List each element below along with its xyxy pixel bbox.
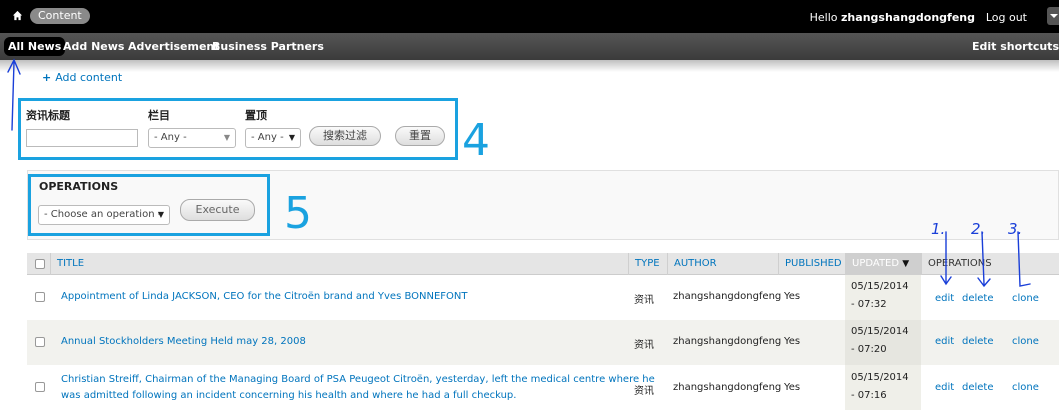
row-title-link[interactable]: Appointment of Linda JACKSON, CEO for th… (61, 291, 468, 302)
table-header: TITLE TYPE AUTHOR PUBLISHED UPDATED ▼ OP… (27, 253, 1059, 275)
home-icon[interactable] (12, 10, 23, 21)
table-row: Appointment of Linda JACKSON, CEO for th… (27, 275, 1059, 320)
row-title-link-line2[interactable]: was admitted following an incident conce… (61, 390, 516, 401)
row-delete-link[interactable]: delete (962, 336, 994, 347)
select-all-checkbox[interactable] (35, 259, 45, 269)
row-checkbox[interactable] (35, 382, 45, 392)
logout-link[interactable]: Log out (986, 11, 1027, 24)
add-content-label: Add content (55, 71, 123, 84)
row-checkbox[interactable] (35, 292, 45, 302)
row-type: 资讯 (634, 386, 654, 397)
column-header-author[interactable]: AUTHOR (667, 253, 778, 275)
greeting: Hello zhangshangdongfeng (810, 11, 975, 24)
row-edit-link[interactable]: edit (935, 293, 954, 304)
content-menu-link[interactable]: Content (30, 8, 90, 24)
row-clone-link[interactable]: clone (1012, 336, 1039, 347)
column-header-updated[interactable]: UPDATED ▼ (845, 253, 921, 275)
add-content-link[interactable]: + Add content (42, 71, 122, 84)
row-author: zhangshangdongfeng (673, 382, 782, 393)
row-updated-time: - 07:32 (851, 299, 887, 310)
username-link[interactable]: zhangshangdongfeng (841, 11, 975, 24)
row-updated-time: - 07:20 (851, 344, 887, 355)
greeting-prefix: Hello (809, 11, 842, 24)
toolbar-shadow (0, 60, 1059, 72)
shortcut-all-news[interactable]: All News (4, 37, 66, 56)
shortcut-advertisement[interactable]: Advertisement (128, 40, 220, 53)
row-updated-date: 05/15/2014 (851, 281, 909, 292)
shortcuts-bar: All News Add News Advertisement Business… (0, 33, 1059, 60)
row-published: Yes (784, 382, 801, 393)
admin-toolbar: Content Hello zhangshangdongfeng Log out (0, 0, 1059, 33)
row-author: zhangshangdongfeng (673, 291, 782, 302)
row-delete-link[interactable]: delete (962, 293, 994, 304)
updated-header-label: UPDATED (852, 258, 900, 269)
row-updated-date: 05/15/2014 (851, 326, 909, 337)
annotation-box-filters (18, 98, 458, 160)
row-edit-link[interactable]: edit (935, 336, 954, 347)
shortcut-business-partners[interactable]: Business Partners (212, 40, 324, 53)
column-header-title[interactable]: TITLE (50, 253, 628, 275)
shortcut-add-news[interactable]: Add News (63, 40, 124, 53)
column-header-type[interactable]: TYPE (628, 253, 667, 275)
row-title-link[interactable]: Annual Stockholders Meeting Held may 28,… (61, 336, 306, 347)
row-edit-link[interactable]: edit (935, 382, 954, 393)
annotation-box-operations (28, 174, 270, 236)
row-published: Yes (784, 291, 801, 302)
table-row: Christian Streiff, Chairman of the Manag… (27, 365, 1059, 410)
annotation-label-4: 4 (462, 115, 490, 166)
column-header-operations: OPERATIONS (921, 253, 1059, 275)
row-type: 资讯 (634, 340, 654, 351)
plus-icon: + (42, 71, 52, 84)
row-type: 资讯 (634, 295, 654, 306)
row-updated-date: 05/15/2014 (851, 372, 909, 383)
shortcuts-toggle-icon[interactable] (1047, 7, 1059, 25)
row-published: Yes (784, 336, 801, 347)
column-header-published[interactable]: PUBLISHED (778, 253, 845, 275)
row-checkbox[interactable] (35, 337, 45, 347)
row-clone-link[interactable]: clone (1012, 382, 1039, 393)
row-title-link[interactable]: Christian Streiff, Chairman of the Manag… (61, 374, 655, 385)
row-delete-link[interactable]: delete (962, 382, 994, 393)
sort-desc-icon: ▼ (902, 259, 910, 269)
table-row: Annual Stockholders Meeting Held may 28,… (27, 320, 1059, 365)
row-clone-link[interactable]: clone (1012, 293, 1039, 304)
row-author: zhangshangdongfeng (673, 336, 782, 347)
edit-shortcuts-link[interactable]: Edit shortcuts (972, 40, 1059, 53)
row-updated-time: - 07:16 (851, 390, 887, 401)
